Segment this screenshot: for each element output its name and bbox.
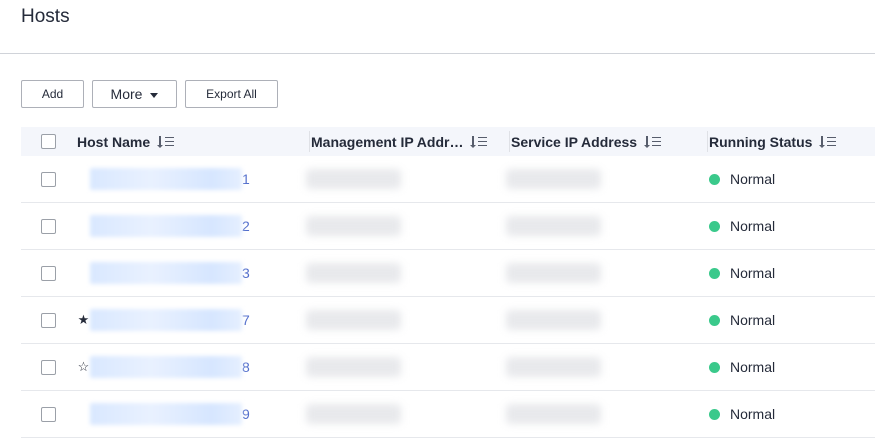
column-header-running-status[interactable]: Running Status	[708, 127, 875, 156]
status-normal-icon	[709, 408, 720, 420]
redacted-host-name	[90, 168, 242, 190]
row-checkbox[interactable]	[41, 218, 56, 234]
redacted-management-ip	[306, 310, 401, 330]
export-all-button[interactable]: Export All	[185, 80, 278, 108]
redacted-service-ip	[506, 357, 601, 377]
host-name-link[interactable]: 2	[242, 218, 250, 234]
sort-icon[interactable]	[819, 135, 837, 148]
row-checkbox[interactable]	[41, 171, 56, 187]
host-name-link[interactable]: 8	[242, 359, 250, 375]
redacted-management-ip	[306, 169, 401, 189]
row-checkbox[interactable]	[41, 406, 56, 422]
star-outline-icon[interactable]: ☆	[77, 359, 90, 375]
caret-down-icon	[150, 92, 159, 98]
sort-icon[interactable]	[157, 135, 175, 148]
column-header-management-ip[interactable]: Management IP Addr…	[310, 127, 510, 156]
host-name-link[interactable]: 1	[242, 171, 250, 187]
column-header-service-ip[interactable]: Service IP Address	[510, 127, 708, 156]
status-text: Normal	[730, 265, 776, 281]
status-text: Normal	[730, 406, 776, 422]
column-header-host-name[interactable]: Host Name	[76, 127, 310, 156]
header-divider	[0, 53, 875, 54]
redacted-service-ip	[506, 169, 601, 189]
status-normal-icon	[709, 220, 720, 232]
redacted-host-name	[90, 356, 242, 378]
sort-icon[interactable]	[644, 135, 662, 148]
redacted-management-ip	[306, 357, 401, 377]
redacted-host-name	[90, 403, 242, 425]
select-all-checkbox[interactable]	[41, 134, 56, 149]
redacted-service-ip	[506, 216, 601, 236]
host-name-link[interactable]: 9	[242, 406, 250, 422]
hosts-table: Host Name Management IP Addr… Service IP…	[21, 127, 875, 438]
page-title: Hosts	[21, 6, 70, 27]
redacted-management-ip	[306, 263, 401, 283]
select-all-cell	[21, 127, 76, 156]
redacted-service-ip	[506, 404, 601, 424]
table-row[interactable]: ★ 7 Normal	[21, 297, 875, 344]
column-label-service-ip: Service IP Address	[511, 133, 638, 150]
redacted-host-name	[90, 309, 242, 331]
status-text: Normal	[730, 171, 776, 187]
status-normal-icon	[709, 267, 720, 279]
column-label-host-name: Host Name	[77, 133, 151, 150]
host-name-link[interactable]: 7	[242, 312, 250, 328]
table-row[interactable]: 9 Normal	[21, 391, 875, 438]
redacted-service-ip	[506, 263, 601, 283]
column-label-running-status: Running Status	[709, 133, 813, 150]
status-normal-icon	[709, 173, 720, 185]
status-text: Normal	[730, 312, 776, 328]
redacted-service-ip	[506, 310, 601, 330]
row-checkbox[interactable]	[41, 359, 56, 375]
redacted-management-ip	[306, 216, 401, 236]
table-row[interactable]: ☆ 8 Normal	[21, 344, 875, 391]
redacted-management-ip	[306, 404, 401, 424]
column-label-management-ip: Management IP Addr…	[311, 133, 464, 150]
table-row[interactable]: 3 Normal	[21, 250, 875, 297]
more-dropdown-button[interactable]: More	[92, 80, 177, 108]
more-button-label: More	[110, 86, 143, 102]
row-checkbox[interactable]	[41, 265, 56, 281]
add-button[interactable]: Add	[21, 80, 84, 108]
host-name-link[interactable]: 3	[242, 265, 250, 281]
table-row[interactable]: 2 Normal	[21, 203, 875, 250]
row-checkbox[interactable]	[41, 312, 56, 328]
status-text: Normal	[730, 218, 776, 234]
status-text: Normal	[730, 359, 776, 375]
table-row[interactable]: 1 Normal	[21, 156, 875, 203]
table-header-row: Host Name Management IP Addr… Service IP…	[21, 127, 875, 156]
redacted-host-name	[90, 262, 242, 284]
status-normal-icon	[709, 314, 720, 326]
status-normal-icon	[709, 361, 720, 373]
sort-icon[interactable]	[470, 135, 488, 148]
star-filled-icon[interactable]: ★	[77, 312, 90, 328]
redacted-host-name	[90, 215, 242, 237]
